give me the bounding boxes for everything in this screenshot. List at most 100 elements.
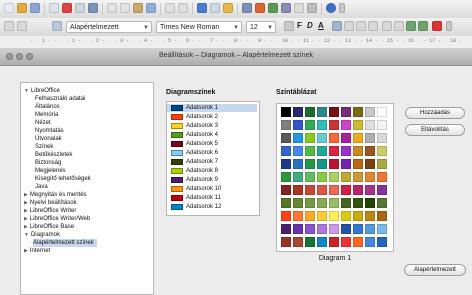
collapsed-triangle-icon[interactable]: ▶: [24, 216, 28, 222]
dropdown-icon[interactable]: [339, 3, 345, 13]
collapsed-triangle-icon[interactable]: ▶: [24, 224, 28, 230]
palette-color-cell[interactable]: [281, 146, 291, 156]
palette-color-cell[interactable]: [281, 211, 291, 221]
palette-color-cell[interactable]: [317, 211, 327, 221]
palette-color-cell[interactable]: [341, 120, 351, 130]
align-right-icon[interactable]: [356, 21, 366, 31]
collapsed-triangle-icon[interactable]: ▶: [24, 192, 28, 198]
align-center-icon[interactable]: [344, 21, 354, 31]
chart-colors-list[interactable]: Adatsorok 1 Adatsorok 2 Adatsorok 3 Adatsor…: [166, 101, 260, 216]
tree-item[interactable]: ▶ Internet: [24, 247, 50, 255]
tree-item[interactable]: Betűkészletek: [35, 151, 72, 159]
table-icon[interactable]: [210, 3, 220, 13]
palette-color-cell[interactable]: [329, 120, 339, 130]
palette-color-cell[interactable]: [341, 159, 351, 169]
open-folder-icon[interactable]: [17, 3, 27, 13]
tree-item[interactable]: ▶ LibreOffice Writer: [24, 207, 76, 215]
palette-color-cell[interactable]: [317, 146, 327, 156]
new-document-icon[interactable]: [4, 3, 14, 13]
forward-arrow-icon[interactable]: [17, 21, 27, 31]
tree-item[interactable]: Nyomtatás: [35, 127, 64, 135]
palette-color-cell[interactable]: [317, 159, 327, 169]
italic-button[interactable]: D: [307, 21, 313, 30]
palette-color-cell[interactable]: [317, 185, 327, 195]
chart-color-item[interactable]: Adatsorok 7: [167, 158, 257, 166]
palette-color-cell[interactable]: [305, 107, 315, 117]
nonprinting-characters-icon[interactable]: [294, 3, 304, 13]
palette-color-cell[interactable]: [341, 224, 351, 234]
palette-color-cell[interactable]: [329, 107, 339, 117]
redo-icon[interactable]: [178, 3, 188, 13]
palette-color-cell[interactable]: [365, 133, 375, 143]
palette-color-cell[interactable]: [329, 198, 339, 208]
palette-color-cell[interactable]: [365, 185, 375, 195]
draw-functions-icon[interactable]: [223, 3, 233, 13]
chart-color-item[interactable]: Adatsorok 12: [167, 203, 257, 211]
palette-color-cell[interactable]: [353, 107, 363, 117]
palette-color-cell[interactable]: [305, 224, 315, 234]
outdent-icon[interactable]: [418, 21, 428, 31]
palette-color-cell[interactable]: [341, 172, 351, 182]
palette-color-cell[interactable]: [377, 211, 387, 221]
palette-color-cell[interactable]: [353, 211, 363, 221]
palette-color-cell[interactable]: [281, 185, 291, 195]
chart-color-item[interactable]: Adatsorok 9: [167, 176, 257, 184]
palette-color-cell[interactable]: [365, 198, 375, 208]
expanded-triangle-icon[interactable]: ▼: [24, 88, 29, 94]
bold-button[interactable]: F: [297, 21, 302, 30]
palette-color-cell[interactable]: [353, 172, 363, 182]
palette-color-cell[interactable]: [305, 172, 315, 182]
tree-item[interactable]: ▶ Megnyitás és mentés: [24, 191, 87, 199]
add-button[interactable]: Hozzáadás: [405, 107, 465, 119]
palette-color-cell[interactable]: [353, 146, 363, 156]
chart-color-item[interactable]: Adatsorok 8: [167, 167, 257, 175]
palette-color-cell[interactable]: [293, 120, 303, 130]
palette-color-cell[interactable]: [293, 237, 303, 247]
palette-color-cell[interactable]: [281, 198, 291, 208]
styles-icon[interactable]: [52, 21, 62, 31]
palette-color-cell[interactable]: [305, 211, 315, 221]
palette-color-cell[interactable]: [377, 107, 387, 117]
remove-button[interactable]: Eltávolítás: [405, 124, 465, 136]
navigator-icon[interactable]: [255, 3, 265, 13]
tree-item[interactable]: Java: [35, 183, 48, 191]
tree-item[interactable]: ▶ Nyelvi beállítások: [24, 199, 77, 207]
palette-color-cell[interactable]: [353, 159, 363, 169]
palette-color-cell[interactable]: [281, 159, 291, 169]
gallery-icon[interactable]: [268, 3, 278, 13]
options-tree[interactable]: ▼ LibreOffice Felhasználó adatai Általános M…: [20, 82, 154, 295]
palette-color-cell[interactable]: [317, 224, 327, 234]
palette-color-cell[interactable]: [317, 237, 327, 247]
save-icon[interactable]: [30, 3, 40, 13]
tree-item[interactable]: Kisegítő lehetőségek: [35, 175, 91, 183]
chart-color-item[interactable]: Adatsorok 2: [167, 113, 257, 121]
collapsed-triangle-icon[interactable]: ▶: [24, 248, 28, 254]
palette-color-cell[interactable]: [377, 185, 387, 195]
palette-color-cell[interactable]: [377, 224, 387, 234]
palette-color-cell[interactable]: [341, 146, 351, 156]
palette-color-cell[interactable]: [377, 146, 387, 156]
palette-color-cell[interactable]: [293, 198, 303, 208]
copy-icon[interactable]: [120, 3, 130, 13]
expanded-triangle-icon[interactable]: ▼: [24, 232, 29, 238]
palette-color-cell[interactable]: [329, 146, 339, 156]
paragraph-style-select[interactable]: Alapértelmezett ▼: [66, 21, 152, 33]
tree-item[interactable]: Biztonság: [35, 159, 61, 167]
chart-color-item[interactable]: Adatsorok 3: [167, 122, 257, 130]
highlight-color-icon[interactable]: [432, 21, 442, 31]
palette-color-cell[interactable]: [293, 159, 303, 169]
zoom-icon[interactable]: [307, 3, 317, 13]
collapsed-triangle-icon[interactable]: ▶: [24, 208, 28, 214]
font-color-icon[interactable]: [284, 21, 294, 31]
palette-color-cell[interactable]: [377, 172, 387, 182]
cut-icon[interactable]: [107, 3, 117, 13]
undo-icon[interactable]: [165, 3, 175, 13]
chart-color-item[interactable]: Adatsorok 10: [167, 185, 257, 193]
edit-file-icon[interactable]: [49, 3, 59, 13]
palette-color-cell[interactable]: [341, 211, 351, 221]
palette-color-cell[interactable]: [365, 237, 375, 247]
palette-color-cell[interactable]: [281, 172, 291, 182]
palette-color-cell[interactable]: [317, 120, 327, 130]
tree-item[interactable]: Általános: [35, 103, 60, 111]
tree-item[interactable]: ▼ LibreOffice: [24, 87, 60, 95]
